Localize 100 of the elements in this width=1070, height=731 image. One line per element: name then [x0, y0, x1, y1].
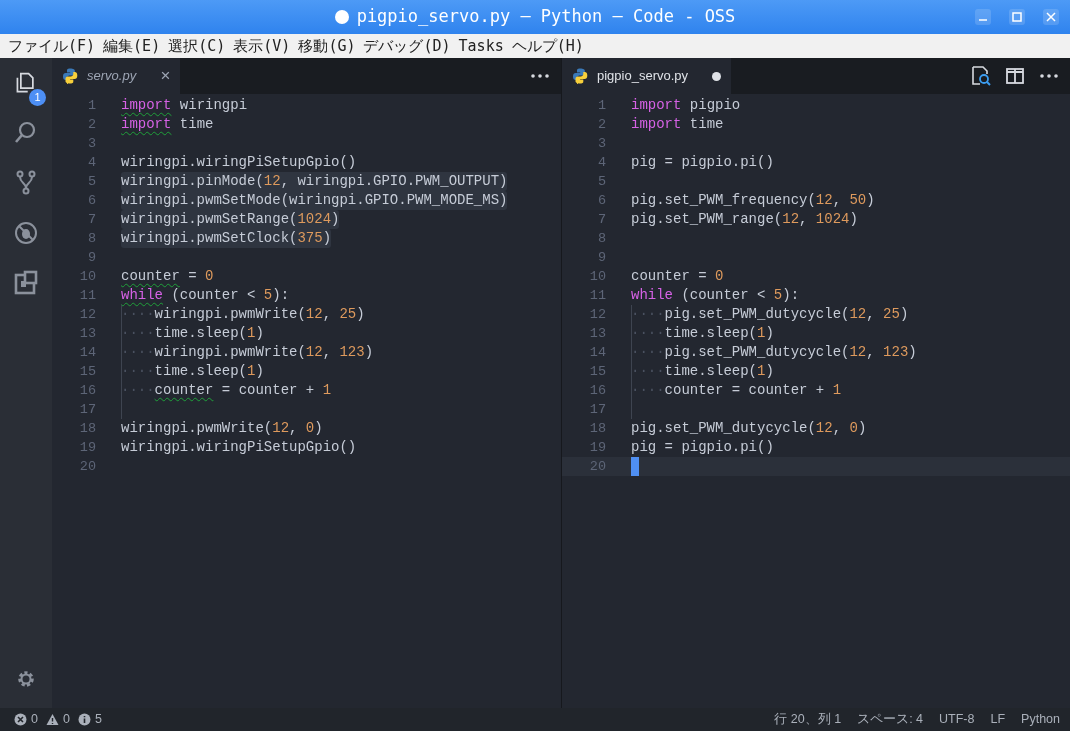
line-number: 12	[78, 306, 96, 324]
line-number: 16	[78, 382, 96, 400]
line-number: 13	[78, 325, 96, 343]
code-line: ····time.sleep(1)	[631, 324, 774, 343]
line-number: 11	[78, 287, 96, 305]
status-item[interactable]: 行 20、列 1	[774, 710, 842, 729]
code-line: ····time.sleep(1)	[121, 324, 264, 343]
line-number: 18	[78, 420, 96, 438]
minimize-icon[interactable]	[974, 8, 992, 26]
menu-item[interactable]: 移動(G)	[294, 34, 360, 58]
line-number: 11	[588, 287, 606, 305]
status-item[interactable]: スペース: 4	[857, 710, 924, 729]
line-number: 2	[86, 116, 96, 134]
problem-count[interactable]: 0	[31, 710, 38, 729]
line-number: 5	[86, 173, 96, 191]
line-number: 6	[86, 192, 96, 210]
code-line: ····wiringpi.pwmWrite(12, 25)	[121, 305, 365, 324]
window-title: pigpio_servo.py — Python — Code - OSS	[356, 5, 736, 29]
notification-badge: 1	[29, 89, 46, 106]
line-number: 14	[78, 344, 96, 362]
line-number: 14	[588, 344, 606, 362]
code-line: import wiringpi	[121, 96, 248, 115]
menu-item[interactable]: ファイル(F)	[4, 34, 100, 58]
settings-icon[interactable]	[15, 668, 37, 690]
status-item[interactable]: Python	[1021, 710, 1060, 729]
code-line: ····time.sleep(1)	[631, 362, 774, 381]
code-line: counter = 0	[631, 267, 724, 286]
line-number: 3	[86, 135, 96, 153]
problem-count[interactable]: 0	[62, 710, 70, 729]
line-number: 13	[588, 325, 606, 343]
menu-item[interactable]: 表示(V)	[229, 34, 295, 58]
line-number: 8	[86, 230, 96, 248]
code-line: pig.set_PWM_range(12, 1024)	[631, 210, 858, 229]
error-icon	[14, 713, 27, 726]
close-icon[interactable]	[1042, 8, 1060, 26]
warning-icon	[45, 713, 59, 726]
line-number: 8	[596, 230, 606, 248]
editor-tab[interactable]: pigpio_servo.py	[562, 58, 732, 94]
line-number: 6	[596, 192, 606, 210]
line-number: 7	[596, 211, 606, 229]
line-number: 16	[588, 382, 606, 400]
line-number: 2	[596, 116, 606, 134]
code-line: import time	[631, 115, 724, 134]
code-line: ····pig.set_PWM_dutycycle(12, 25)	[631, 305, 909, 324]
line-number: 7	[86, 211, 96, 229]
bug-icon[interactable]	[12, 219, 40, 247]
code-line: import time	[121, 115, 214, 134]
unsaved-dot	[712, 71, 722, 81]
menu-item[interactable]: Tasks	[454, 34, 508, 58]
python-icon	[62, 67, 79, 85]
code-line: ····wiringpi.pwmWrite(12, 123)	[121, 343, 374, 362]
code-line: import pigpio	[631, 96, 741, 115]
code-line: pig = pigpio.pi()	[631, 438, 774, 457]
line-number: 20	[588, 458, 606, 476]
line-number: 19	[588, 439, 606, 457]
line-number: 15	[78, 363, 96, 381]
line-number: 4	[86, 154, 96, 172]
code-line: pig.set_PWM_dutycycle(12, 0)	[631, 419, 867, 438]
info-icon	[77, 713, 91, 726]
menu-item[interactable]: ヘルプ(H)	[507, 34, 588, 58]
close-button[interactable]: ×	[160, 63, 171, 89]
line-number: 17	[588, 401, 606, 419]
line-number: 9	[86, 249, 96, 267]
line-number: 5	[596, 173, 606, 191]
line-number: 4	[596, 154, 606, 172]
line-number: 12	[588, 306, 606, 324]
status-item[interactable]: LF	[990, 710, 1006, 729]
code-line: ····time.sleep(1)	[121, 362, 264, 381]
line-number: 3	[596, 135, 606, 153]
problem-count[interactable]: 5	[94, 710, 102, 729]
code-line: pig = pigpio.pi()	[631, 153, 774, 172]
code-line: wiringpi.wiringPiSetupGpio()	[121, 153, 357, 172]
line-number: 1	[596, 97, 606, 115]
status-item[interactable]: UTF-8	[939, 710, 975, 729]
line-number: 19	[78, 439, 96, 457]
code-line: pig.set_PWM_frequency(12, 50)	[631, 191, 875, 210]
code-line: wiringpi.pwmWrite(12, 0)	[121, 419, 323, 438]
text-cursor	[631, 457, 639, 476]
menu-item[interactable]: 編集(E)	[99, 34, 165, 58]
line-number: 20	[78, 458, 96, 476]
code-line: counter = 0	[121, 267, 214, 286]
line-number: 18	[588, 420, 606, 438]
line-number: 17	[78, 401, 96, 419]
code-line: ····pig.set_PWM_dutycycle(12, 123)	[631, 343, 917, 362]
code-line: while (counter < 5):	[121, 286, 290, 305]
line-number: 10	[588, 268, 606, 286]
editor-tab[interactable]: servo.py ×	[52, 58, 181, 94]
code-line: ····counter = counter + 1	[121, 381, 332, 400]
line-number: 15	[588, 363, 606, 381]
python-icon	[572, 67, 589, 85]
code-line: wiringpi.wiringPiSetupGpio()	[121, 438, 357, 457]
line-number: 10	[78, 268, 96, 286]
code-line: while (counter < 5):	[631, 286, 800, 305]
maximize-icon[interactable]	[1008, 8, 1026, 26]
menu-item[interactable]: 選択(C)	[164, 34, 230, 58]
line-number: 9	[596, 249, 606, 267]
line-number: 1	[86, 97, 96, 115]
extensions-icon[interactable]	[12, 269, 40, 297]
code-line: ····counter = counter + 1	[631, 381, 842, 400]
menu-item[interactable]: デバッグ(D)	[359, 34, 455, 58]
